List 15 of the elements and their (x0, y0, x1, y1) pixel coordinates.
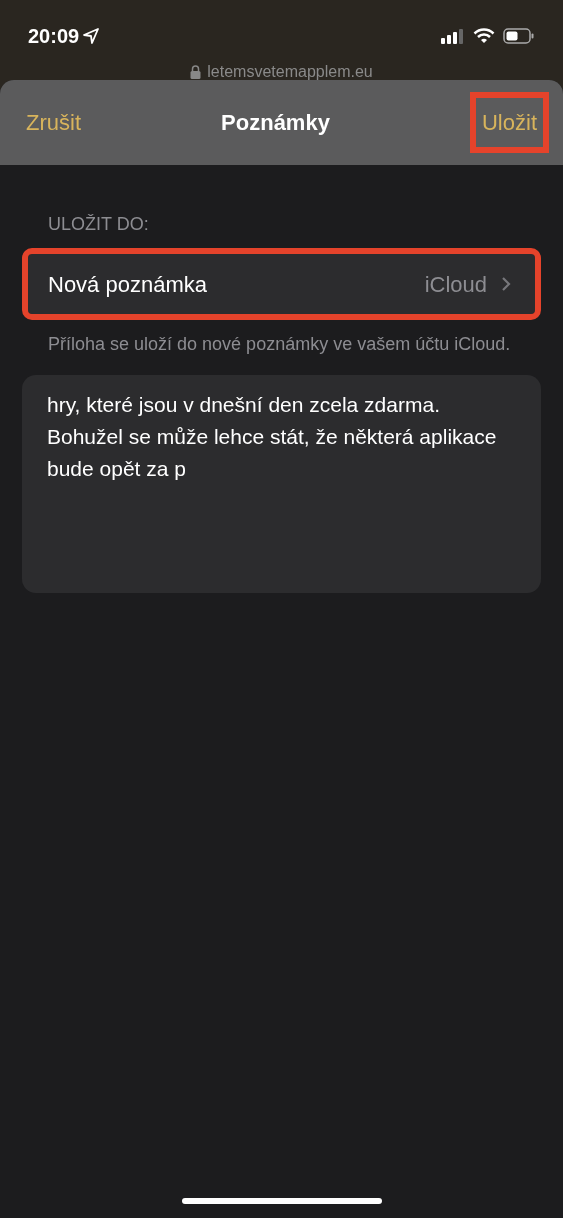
status-time: 20:09 (28, 24, 80, 49)
note-text-field[interactable]: hry, které jsou v dnešní den zcela zdarma. Bohužel se může lehce stát, že některá aplikace bude opět za p (22, 375, 541, 593)
location-arrow-icon (83, 28, 100, 44)
note-text: hry, které jsou v dnešní den zcela zdarma. Bohužel se může lehce stát, že některá aplikace bude opět za p (47, 392, 498, 482)
sheet-title: Poznámky (221, 109, 330, 137)
destination-label: Nová poznámka (48, 270, 207, 299)
signal-icon (441, 28, 465, 44)
url-address: letemsvetemapplem.eu (207, 62, 373, 82)
lock-icon (190, 65, 202, 79)
wifi-icon (473, 28, 495, 44)
destination-value: iCloud (424, 270, 487, 299)
battery-icon (503, 28, 535, 44)
section-label: ULOŽIT DO: (47, 213, 150, 236)
chevron-right-icon (501, 276, 511, 292)
footnote-text: Příloha se uloží do nové poznámky ve vašem účtu iCloud. (47, 333, 512, 356)
